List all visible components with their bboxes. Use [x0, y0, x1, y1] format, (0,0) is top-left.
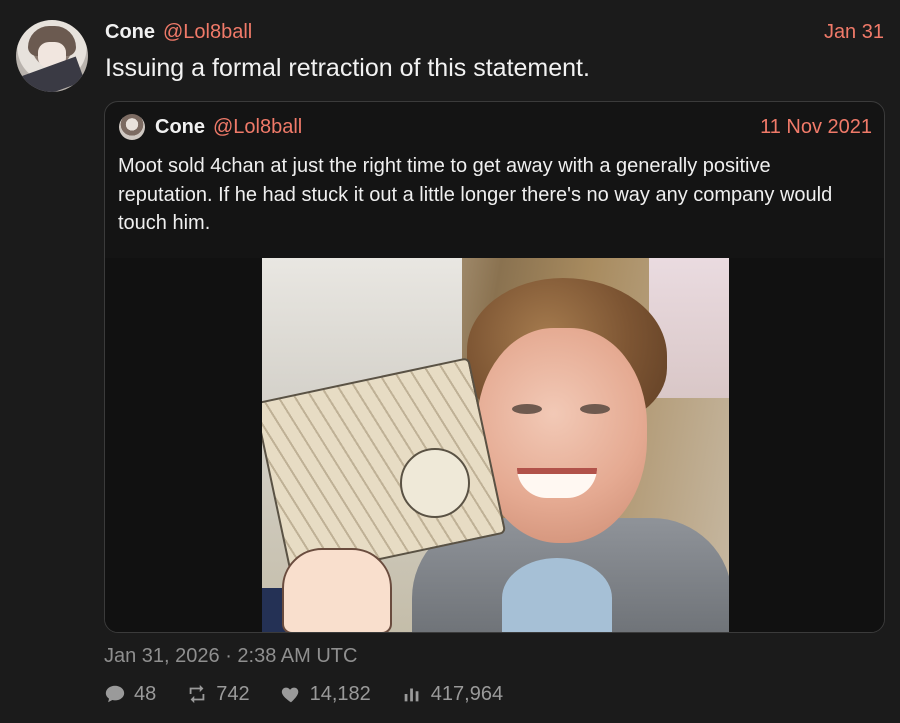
views-count: 417,964 — [430, 682, 504, 705]
bar-chart-icon — [404, 688, 419, 702]
tweet-header: Cone @Lol8ball Jan 31 — [105, 19, 884, 45]
reply-stat[interactable]: 48 — [104, 683, 156, 706]
tweet-date[interactable]: Jan 31 — [824, 21, 884, 44]
quoted-tweet-text: Moot sold 4chan at just the right time t… — [118, 155, 833, 234]
tweet-text: Issuing a formal retraction of this stat… — [105, 54, 590, 82]
photo-face — [477, 328, 647, 543]
photo-eye-left — [512, 404, 542, 414]
reply-count: 48 — [134, 682, 157, 705]
retweet-icon — [189, 684, 205, 704]
photo-hand — [282, 548, 392, 632]
quoted-tweet-date[interactable]: 11 Nov 2021 — [760, 116, 872, 139]
photo-eye-right — [580, 404, 610, 414]
like-stat[interactable]: 14,182 — [280, 683, 371, 706]
author-name[interactable]: Cone — [105, 21, 155, 44]
quoted-author-avatar[interactable] — [119, 114, 145, 140]
like-count: 14,182 — [309, 682, 371, 705]
author-handle[interactable]: @Lol8ball — [163, 21, 252, 44]
heart-icon — [281, 687, 298, 703]
author-avatar[interactable] — [16, 20, 88, 92]
tweet-stats: 48 742 14,182 417,964 — [104, 681, 533, 707]
quoted-author-handle[interactable]: @Lol8ball — [213, 116, 302, 139]
quoted-tweet[interactable]: Cone @Lol8ball 11 Nov 2021 Moot sold 4ch… — [104, 101, 885, 633]
quoted-author-name[interactable]: Cone — [155, 116, 205, 139]
tweet-timestamp[interactable]: Jan 31, 2026 · 2:38 AM UTC — [104, 645, 357, 668]
attached-photo[interactable] — [262, 258, 729, 632]
retweet-stat[interactable]: 742 — [186, 682, 250, 706]
comment-bubble-icon — [105, 685, 125, 703]
views-stat[interactable]: 417,964 — [401, 683, 503, 706]
quoted-tweet-header: Cone @Lol8ball 11 Nov 2021 — [119, 114, 872, 140]
banknote-portrait — [400, 448, 470, 518]
retweet-count: 742 — [216, 682, 250, 705]
quoted-tweet-media — [105, 258, 884, 632]
photo-collar — [502, 558, 612, 632]
